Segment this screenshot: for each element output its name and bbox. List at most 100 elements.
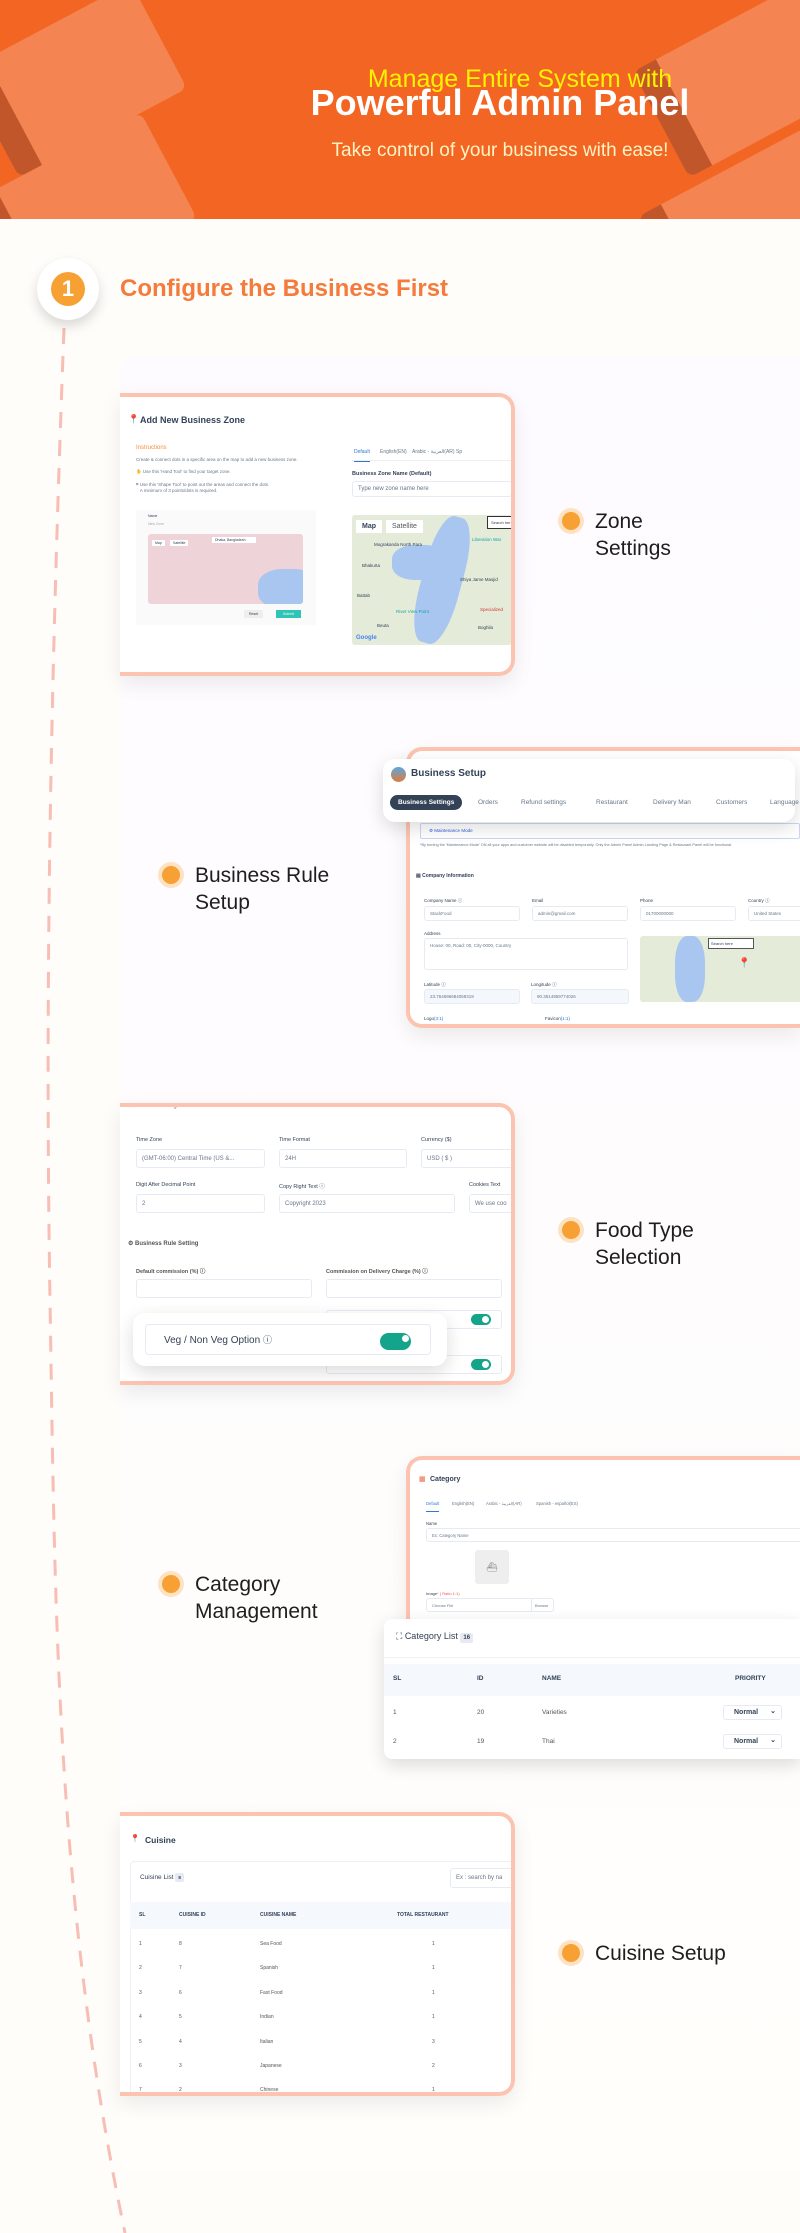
time-zone-label: Time Zone xyxy=(136,1137,163,1143)
table-cell: 1 xyxy=(432,1965,435,1972)
field-input[interactable]: admin@gmail.com xyxy=(532,906,628,921)
longitude-input[interactable]: 90.3514959774026 xyxy=(531,989,629,1004)
table-cell: 7 xyxy=(179,1965,182,1972)
bullet-icon xyxy=(562,512,580,530)
map-place: Shiya Jame Masjid xyxy=(460,577,498,582)
step-badge: 1 xyxy=(37,258,99,320)
cuisine-list-box xyxy=(130,1861,511,2092)
column-header: ID xyxy=(477,1675,484,1682)
feature-label-category: Category Management xyxy=(195,1573,318,1623)
mini-search: Dhaka, Bangladesh xyxy=(212,537,256,543)
category-title: Category xyxy=(430,1476,461,1483)
map-place: Liberation War xyxy=(472,537,502,542)
mini-map: Map Satellite Dhaka, Bangladesh xyxy=(148,534,303,604)
instructions-text: Create & connect dots in a specific area… xyxy=(136,457,298,462)
business-location-map[interactable]: Search here 📍 xyxy=(640,936,800,1002)
time-format-select[interactable]: 24H xyxy=(279,1149,407,1168)
delivery-commission-input[interactable] xyxy=(326,1279,502,1298)
field-input[interactable]: StackFood xyxy=(424,906,520,921)
mini-name-label: Name xyxy=(148,514,158,518)
tab-customers[interactable]: Customers xyxy=(708,795,755,810)
tab-1[interactable]: English(EN) xyxy=(452,1501,474,1506)
mini-satellite-tab: Satellite xyxy=(170,540,189,546)
address-label: Address xyxy=(424,931,441,936)
table-cell: 2 xyxy=(139,1965,142,1972)
table-cell: 3 xyxy=(179,2063,182,2069)
step-title: Configure the Business First xyxy=(120,275,449,302)
tab-orders[interactable]: Orders xyxy=(470,795,506,810)
browse-button: Browse xyxy=(531,1599,551,1611)
shape-tool-hint: ⌗ Use this 'Shape Tool' to point out the… xyxy=(136,482,270,493)
tab-restaurant[interactable]: Restaurant xyxy=(588,795,636,810)
table-cell: Japanese xyxy=(260,2063,282,2069)
tab-2[interactable]: Arabic - العربية(AR) xyxy=(412,449,455,455)
priority-select[interactable]: Normal ⌄ xyxy=(723,1734,782,1749)
zone-name-input[interactable]: Type new zone name here xyxy=(352,481,511,497)
tab-delivery-man[interactable]: Delivery Man xyxy=(645,795,699,810)
zone-map[interactable]: Map Satellite Search her Mograkanda Nort… xyxy=(352,515,511,645)
table-cell: Varieties xyxy=(542,1709,567,1716)
language-tabs: Default English(EN) Arabic - العربية(AR) Sp… xyxy=(426,1499,626,1513)
map-place: Battab xyxy=(357,593,371,598)
zone-settings-screenshot: 📍 Add New Business Zone Instructions Cre… xyxy=(120,393,515,676)
time-format-label: Time Format xyxy=(279,1137,310,1143)
name-label: Name xyxy=(426,1521,438,1526)
tab-language[interactable]: Language xyxy=(762,795,800,810)
mini-submit-button: Submit xyxy=(276,610,301,618)
step-number: 1 xyxy=(51,272,85,306)
table-cell: 2 xyxy=(393,1738,397,1745)
category-name-input[interactable]: Ex: Category Name xyxy=(426,1528,800,1542)
satellite-tab[interactable]: Satellite xyxy=(386,520,423,533)
map-tab[interactable]: Map xyxy=(356,520,382,533)
veg-option-label: Veg / Non Veg Option ⓘ xyxy=(164,1335,272,1346)
tab-3[interactable]: Sp xyxy=(456,449,462,455)
tab-2[interactable]: Arabic - العربية(AR) xyxy=(486,1501,522,1506)
decimal-digit-input[interactable]: 2 xyxy=(136,1194,265,1213)
priority-select[interactable]: Normal ⌄ xyxy=(723,1705,782,1720)
bullet-icon xyxy=(562,1221,580,1239)
setting-toggle[interactable] xyxy=(471,1314,491,1325)
tab-refund-settings[interactable]: Refund settings xyxy=(513,795,574,810)
instructions-heading: Instructions xyxy=(136,445,167,451)
table-cell: 2 xyxy=(432,2063,435,2069)
field-input[interactable]: United States xyxy=(748,906,800,921)
table-cell: 1 xyxy=(432,1941,435,1947)
delivery-commission-label: Commission on Delivery Charge (%) ⓘ xyxy=(326,1269,428,1275)
table-cell: Fast Food xyxy=(260,1989,283,1996)
tab-business-settings[interactable]: Business Settings xyxy=(390,795,463,810)
map-place: Mograkanda North Para xyxy=(374,542,423,547)
tab-3[interactable]: Spanish - español(ES) xyxy=(536,1501,578,1506)
map-search[interactable]: Search her xyxy=(487,516,511,529)
table-cell: 5 xyxy=(139,2038,142,2045)
cuisine-search-input[interactable]: Ex : search by na xyxy=(450,1868,511,1888)
logo-label: Logo(3:1) xyxy=(424,1016,444,1021)
time-zone-select[interactable]: (GMT-06:00) Central Time (US &... xyxy=(136,1149,265,1168)
tab-0[interactable]: Default xyxy=(426,1501,440,1512)
setting-toggle[interactable] xyxy=(471,1359,491,1370)
copyright-input[interactable]: Copyright 2023 xyxy=(279,1194,455,1213)
feature-label-cuisine: Cuisine Setup xyxy=(595,1942,726,1965)
tab-1[interactable]: English(EN) xyxy=(380,449,407,455)
table-cell: 19 xyxy=(477,1738,485,1745)
column-header: TOTAL RESTAURANT xyxy=(397,1912,449,1918)
veg-option-toggle[interactable] xyxy=(380,1333,411,1350)
map-search[interactable]: Search here xyxy=(708,938,754,949)
tab-0[interactable]: Default xyxy=(354,449,370,462)
field-input[interactable]: 01700000000 xyxy=(640,906,736,921)
cuisine-list-title: Cuisine List 8 xyxy=(140,1873,184,1882)
instruction-example: Name New Zone Map Satellite Dhaka, Bangl… xyxy=(136,510,316,625)
map-place: Specialized xyxy=(480,607,504,612)
column-header: NAME xyxy=(542,1675,562,1682)
category-icon: ▦ xyxy=(419,1476,426,1483)
favicon-label: Favicon(1:1) xyxy=(545,1016,571,1021)
default-commission-input[interactable] xyxy=(136,1279,312,1298)
cookies-input[interactable]: We use coo xyxy=(469,1194,511,1213)
latitude-input[interactable]: 23.764696684059319 xyxy=(424,989,520,1004)
table-cell: 5 xyxy=(179,2014,182,2021)
file-input[interactable]: Choose File Browse xyxy=(426,1598,554,1612)
table-cell: 1 xyxy=(393,1709,397,1716)
map-pin-icon: 📍 xyxy=(738,958,751,969)
copyright-label: Copy Right Text ⓘ xyxy=(279,1184,325,1190)
address-input[interactable]: House: 00, Road: 00, City-0000, Country xyxy=(424,938,628,970)
currency-select[interactable]: USD ( $ ) xyxy=(421,1149,511,1168)
